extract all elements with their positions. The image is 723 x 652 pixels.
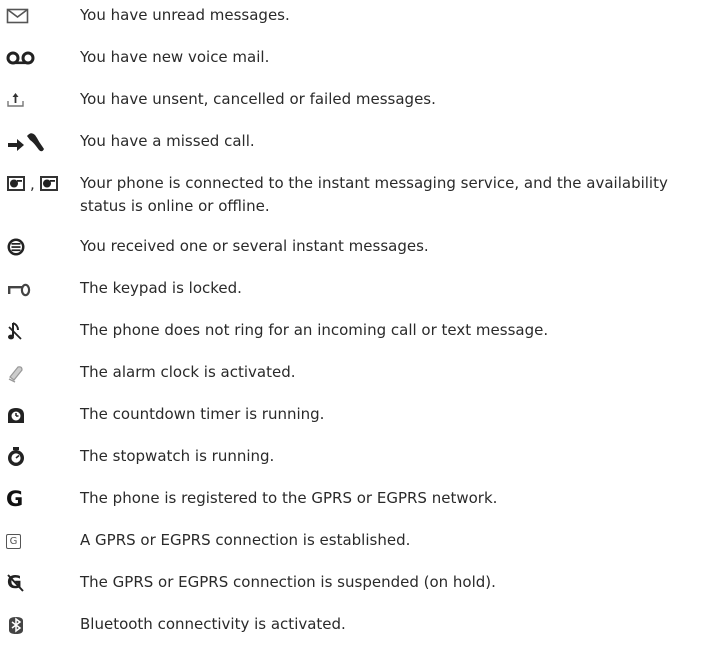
indicator-description: The alarm clock is activated. [80, 363, 296, 381]
key-icon [6, 277, 76, 301]
gprs-suspended-icon: G [6, 571, 76, 595]
indicator-description: The phone does not ring for an incoming … [80, 321, 549, 339]
chat-bubble-icon [6, 235, 76, 259]
indicator-description: The GPRS or EGPRS connection is suspende… [80, 573, 496, 591]
indicator-description: A GPRS or EGPRS connection is establishe… [80, 531, 411, 549]
gprs-letter-boxed: G [6, 533, 21, 549]
indicator-description: You have unsent, cancelled or failed mes… [80, 90, 436, 108]
indicator-description: Bluetooth connectivity is activated. [80, 615, 346, 633]
indicator-description: The phone is registered to the GPRS or E… [80, 489, 498, 507]
missed-call-icon [6, 130, 76, 154]
countdown-timer-icon [6, 403, 76, 427]
indicator-description: The countdown timer is running. [80, 405, 325, 423]
icon-separator: , [30, 175, 35, 193]
bluetooth-icon [6, 613, 76, 637]
indicator-list: You have unread messages. You have new v… [0, 0, 723, 652]
indicator-description-continued: status is online or offline. [80, 197, 270, 215]
indicator-description: You have new voice mail. [80, 48, 270, 66]
gprs-letter: G [6, 487, 24, 511]
indicator-description: You have unread messages. [80, 6, 290, 24]
indicator-description: You received one or several instant mess… [80, 237, 429, 255]
silent-note-icon [6, 319, 76, 343]
voicemail-icon [6, 46, 76, 70]
gprs-registered-icon: G [6, 487, 76, 511]
gprs-connected-icon: G [6, 529, 76, 553]
indicator-description: You have a missed call. [80, 132, 255, 150]
outbox-upload-icon [6, 88, 76, 112]
indicator-description: The stopwatch is running. [80, 447, 275, 465]
envelope-icon [6, 4, 76, 28]
indicator-description: Your phone is connected to the instant m… [80, 174, 668, 192]
indicator-description: The keypad is locked. [80, 279, 242, 297]
stopwatch-icon [6, 445, 76, 469]
instant-messaging-status-icon: , [6, 172, 76, 196]
alarm-bell-icon [6, 361, 76, 385]
